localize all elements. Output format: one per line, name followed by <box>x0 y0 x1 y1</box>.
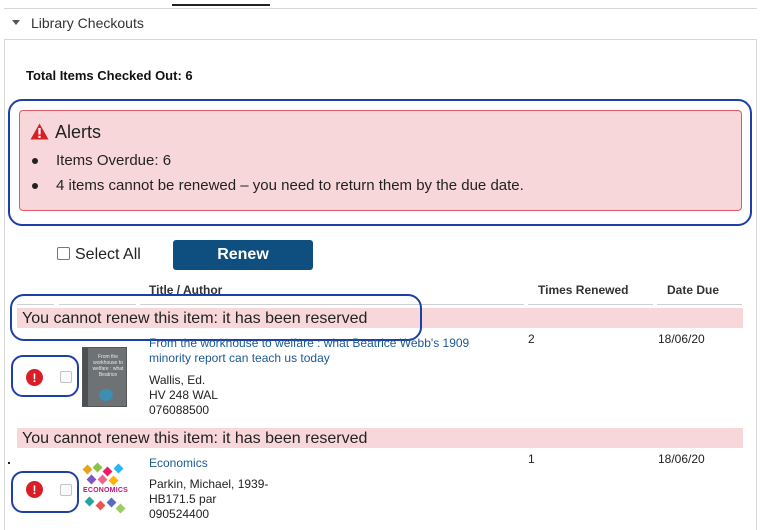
item-author: Wallis, Ed. <box>149 373 206 387</box>
annotation-outline-message <box>10 294 422 341</box>
select-all-label[interactable]: Select All <box>75 246 141 264</box>
annotation-outline-row <box>11 471 79 513</box>
active-tab-indicator <box>172 4 270 6</box>
column-header-date-due: Date Due <box>667 283 720 297</box>
item-title-link[interactable]: From the workhouse to welfare : what Bea… <box>149 336 499 366</box>
date-due: 18/06/20 <box>658 332 705 346</box>
renew-button[interactable]: Renew <box>173 240 313 270</box>
item-barcode: 076088500 <box>149 403 210 417</box>
total-items-checked-out: Total Items Checked Out: 6 <box>26 68 193 83</box>
annotation-outline-row <box>11 355 79 397</box>
annotation-outline-alerts <box>8 99 752 226</box>
header-rule <box>528 304 653 305</box>
header-rule <box>657 304 742 305</box>
select-all-checkbox[interactable] <box>57 247 70 260</box>
panel-title[interactable]: Library Checkouts <box>31 15 144 31</box>
panel-border <box>4 8 5 530</box>
book-cover-image: From the workhouse to welfare : what Bea… <box>82 347 127 407</box>
times-renewed: 1 <box>528 452 535 466</box>
item-call-number: HB171.5 par <box>149 492 217 506</box>
caret-down-icon[interactable] <box>12 20 20 25</box>
item-title-link[interactable]: Economics <box>149 456 208 471</box>
date-due: 18/06/20 <box>658 452 705 466</box>
item-barcode: 090524400 <box>149 507 210 521</box>
column-header-times-renewed: Times Renewed <box>538 283 629 297</box>
panel-border <box>756 8 757 530</box>
item-author: Parkin, Michael, 1939- <box>149 477 269 491</box>
book-cover-image: ECONOMICS <box>80 462 128 522</box>
stray-dot <box>8 462 10 464</box>
times-renewed: 2 <box>528 332 535 346</box>
item-call-number: HV 248 WAL <box>149 388 218 402</box>
reserved-message: You cannot renew this item: it has been … <box>22 430 368 447</box>
